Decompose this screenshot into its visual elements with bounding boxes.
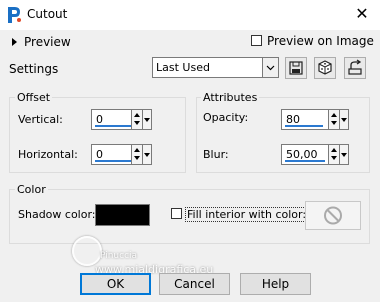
- horizontal-input[interactable]: 0: [91, 144, 152, 165]
- expand-arrow-icon: [12, 38, 17, 46]
- save-icon: [289, 61, 303, 75]
- chevron-down-icon[interactable]: [262, 58, 278, 77]
- vertical-dropdown-arrow[interactable]: [142, 110, 151, 129]
- blur-slider-track[interactable]: [285, 160, 325, 162]
- preset-value: Last Used: [156, 61, 210, 74]
- horizontal-spinner[interactable]: [131, 145, 142, 164]
- fill-interior-label: Fill interior with color:: [185, 207, 309, 222]
- preview-on-image-checkbox[interactable]: [251, 35, 262, 46]
- shadow-color-swatch[interactable]: [95, 204, 150, 226]
- window-title: Cutout: [27, 7, 68, 21]
- vertical-spinner[interactable]: [131, 110, 142, 129]
- opacity-spinner[interactable]: [328, 110, 339, 129]
- opacity-label: Opacity:: [203, 111, 249, 124]
- no-color-icon: [324, 206, 342, 225]
- offset-group-label: Offset: [15, 91, 53, 104]
- randomize-button[interactable]: [314, 57, 336, 79]
- reset-button[interactable]: [344, 57, 366, 79]
- ok-button[interactable]: OK: [80, 273, 151, 295]
- watermark-logo: [72, 236, 102, 266]
- shadow-color-label: Shadow color:: [18, 208, 96, 221]
- preview-on-image-label: Preview on Image: [267, 34, 374, 48]
- preset-dropdown[interactable]: Last Used: [152, 57, 279, 78]
- cancel-button[interactable]: Cancel: [159, 273, 230, 295]
- settings-label: Settings: [9, 62, 59, 76]
- opacity-slider-track[interactable]: [285, 125, 323, 127]
- horizontal-dropdown-arrow[interactable]: [142, 145, 151, 164]
- blur-spinner[interactable]: [328, 145, 339, 164]
- app-icon: [8, 7, 21, 23]
- blur-input[interactable]: 50,00: [281, 144, 349, 165]
- vertical-slider-track[interactable]: [95, 125, 133, 127]
- attributes-group-label: Attributes: [201, 91, 260, 104]
- blur-dropdown-arrow[interactable]: [339, 145, 348, 164]
- help-button[interactable]: Help: [240, 273, 311, 295]
- opacity-input[interactable]: 80: [281, 109, 349, 130]
- vertical-input[interactable]: 0: [91, 109, 152, 130]
- fill-interior-checkbox[interactable]: [171, 208, 182, 219]
- color-group-label: Color: [15, 183, 48, 196]
- watermark-name: Pinuccia: [100, 251, 138, 261]
- vertical-label: Vertical:: [18, 113, 63, 126]
- horizontal-slider-track[interactable]: [95, 160, 133, 162]
- reset-icon: [348, 59, 362, 75]
- blur-label: Blur:: [203, 148, 229, 161]
- save-preset-button[interactable]: [285, 57, 307, 79]
- preview-label: Preview: [24, 35, 71, 49]
- dice-icon: [318, 60, 332, 75]
- opacity-dropdown-arrow[interactable]: [339, 110, 348, 129]
- close-icon[interactable]: ✕: [352, 4, 372, 24]
- horizontal-label: Horizontal:: [18, 148, 78, 161]
- fill-color-swatch-disabled: [305, 201, 361, 230]
